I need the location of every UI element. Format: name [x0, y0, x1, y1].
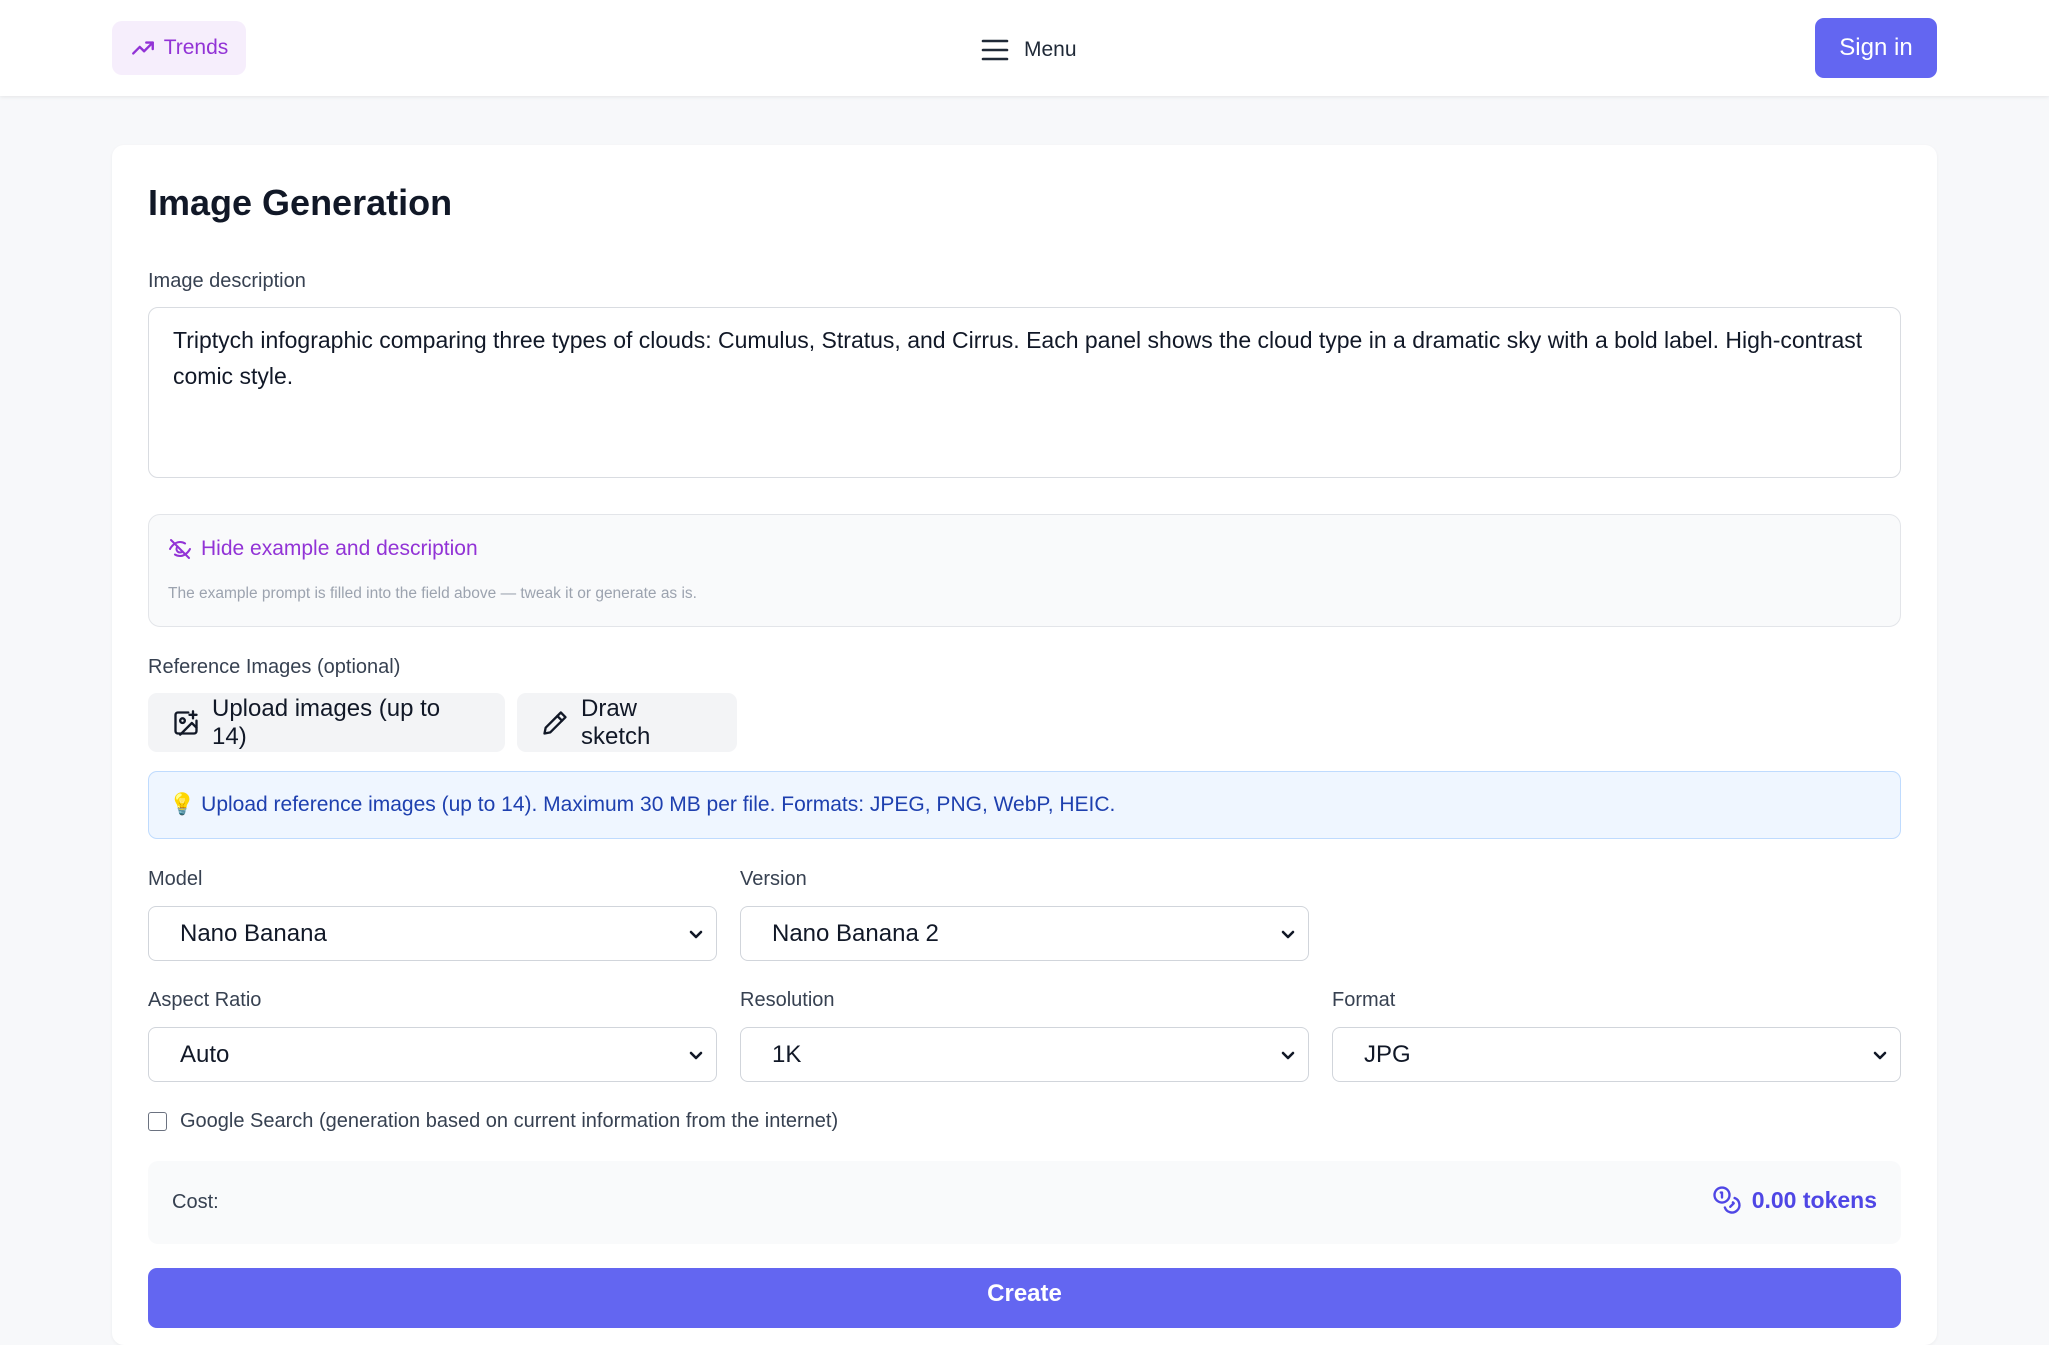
coins-icon [1712, 1185, 1742, 1215]
draw-sketch-label: Draw sketch [581, 694, 651, 750]
description-textarea[interactable]: Triptych infographic comparing three typ… [148, 307, 1901, 478]
menu-label: Menu [1024, 38, 1077, 61]
resolution-select[interactable]: 1K [740, 1027, 1309, 1082]
upload-info-text: Upload reference images (up to 14). Maxi… [201, 793, 1116, 816]
reference-images-label: Reference Images (optional) [148, 656, 401, 678]
aspect-ratio-label: Aspect Ratio [148, 989, 262, 1011]
model-select[interactable]: Nano Banana [148, 906, 717, 961]
chevron-down-icon [1278, 1045, 1298, 1065]
hide-example-label: Hide example and description [201, 537, 478, 560]
google-search-option[interactable]: Google Search (generation based on curre… [148, 1110, 838, 1133]
hide-example-toggle[interactable]: Hide example and description [168, 537, 478, 561]
resolution-value: 1K [772, 1040, 802, 1068]
model-value: Nano Banana [180, 919, 327, 947]
version-value: Nano Banana 2 [772, 919, 939, 947]
google-search-checkbox[interactable] [148, 1112, 167, 1131]
version-select[interactable]: Nano Banana 2 [740, 906, 1309, 961]
lightbulb-icon: 💡 [169, 793, 196, 816]
model-label: Model [148, 868, 203, 890]
format-select[interactable]: JPG [1332, 1027, 1901, 1082]
format-value: JPG [1364, 1040, 1411, 1068]
upload-info-banner: 💡 Upload reference images (up to 14). Ma… [148, 771, 1901, 839]
chevron-down-icon [1870, 1045, 1890, 1065]
image-plus-icon [172, 709, 200, 737]
google-search-label: Google Search (generation based on curre… [180, 1110, 839, 1132]
create-button[interactable]: Create [148, 1268, 1901, 1328]
example-panel: Hide example and description The example… [148, 514, 1901, 627]
chevron-down-icon [686, 924, 706, 944]
upload-images-button[interactable]: Upload images (up to 14) [148, 693, 505, 752]
trending-up-icon [130, 35, 156, 61]
hamburger-menu-icon [980, 37, 1010, 63]
trends-label: Trends [163, 36, 229, 59]
page-title: Image Generation [148, 182, 453, 223]
cost-label: Cost: [172, 1191, 219, 1213]
upload-images-label: Upload images (up to 14) [212, 694, 441, 750]
chevron-down-icon [686, 1045, 706, 1065]
version-label: Version [740, 868, 807, 890]
resolution-label: Resolution [740, 989, 835, 1011]
example-note: The example prompt is filled into the fi… [168, 585, 697, 602]
eye-off-icon [168, 537, 192, 561]
aspect-ratio-value: Auto [180, 1040, 230, 1068]
pencil-icon [541, 709, 569, 737]
cost-panel: Cost: 0.00 tokens [148, 1161, 1901, 1244]
cost-amount: 0.00 tokens [1751, 1186, 1877, 1213]
description-label: Image description [148, 270, 306, 292]
chevron-down-icon [1278, 924, 1298, 944]
sign-in-button[interactable]: Sign in [1815, 18, 1937, 78]
cost-value: 0.00 tokens [1712, 1185, 1877, 1215]
menu-button[interactable]: Menu [980, 30, 1077, 70]
trends-button[interactable]: Trends [112, 21, 246, 75]
top-header: Trends Menu Sign in [0, 0, 2049, 96]
draw-sketch-button[interactable]: Draw sketch [517, 693, 737, 752]
aspect-ratio-select[interactable]: Auto [148, 1027, 717, 1082]
format-label: Format [1332, 989, 1396, 1011]
